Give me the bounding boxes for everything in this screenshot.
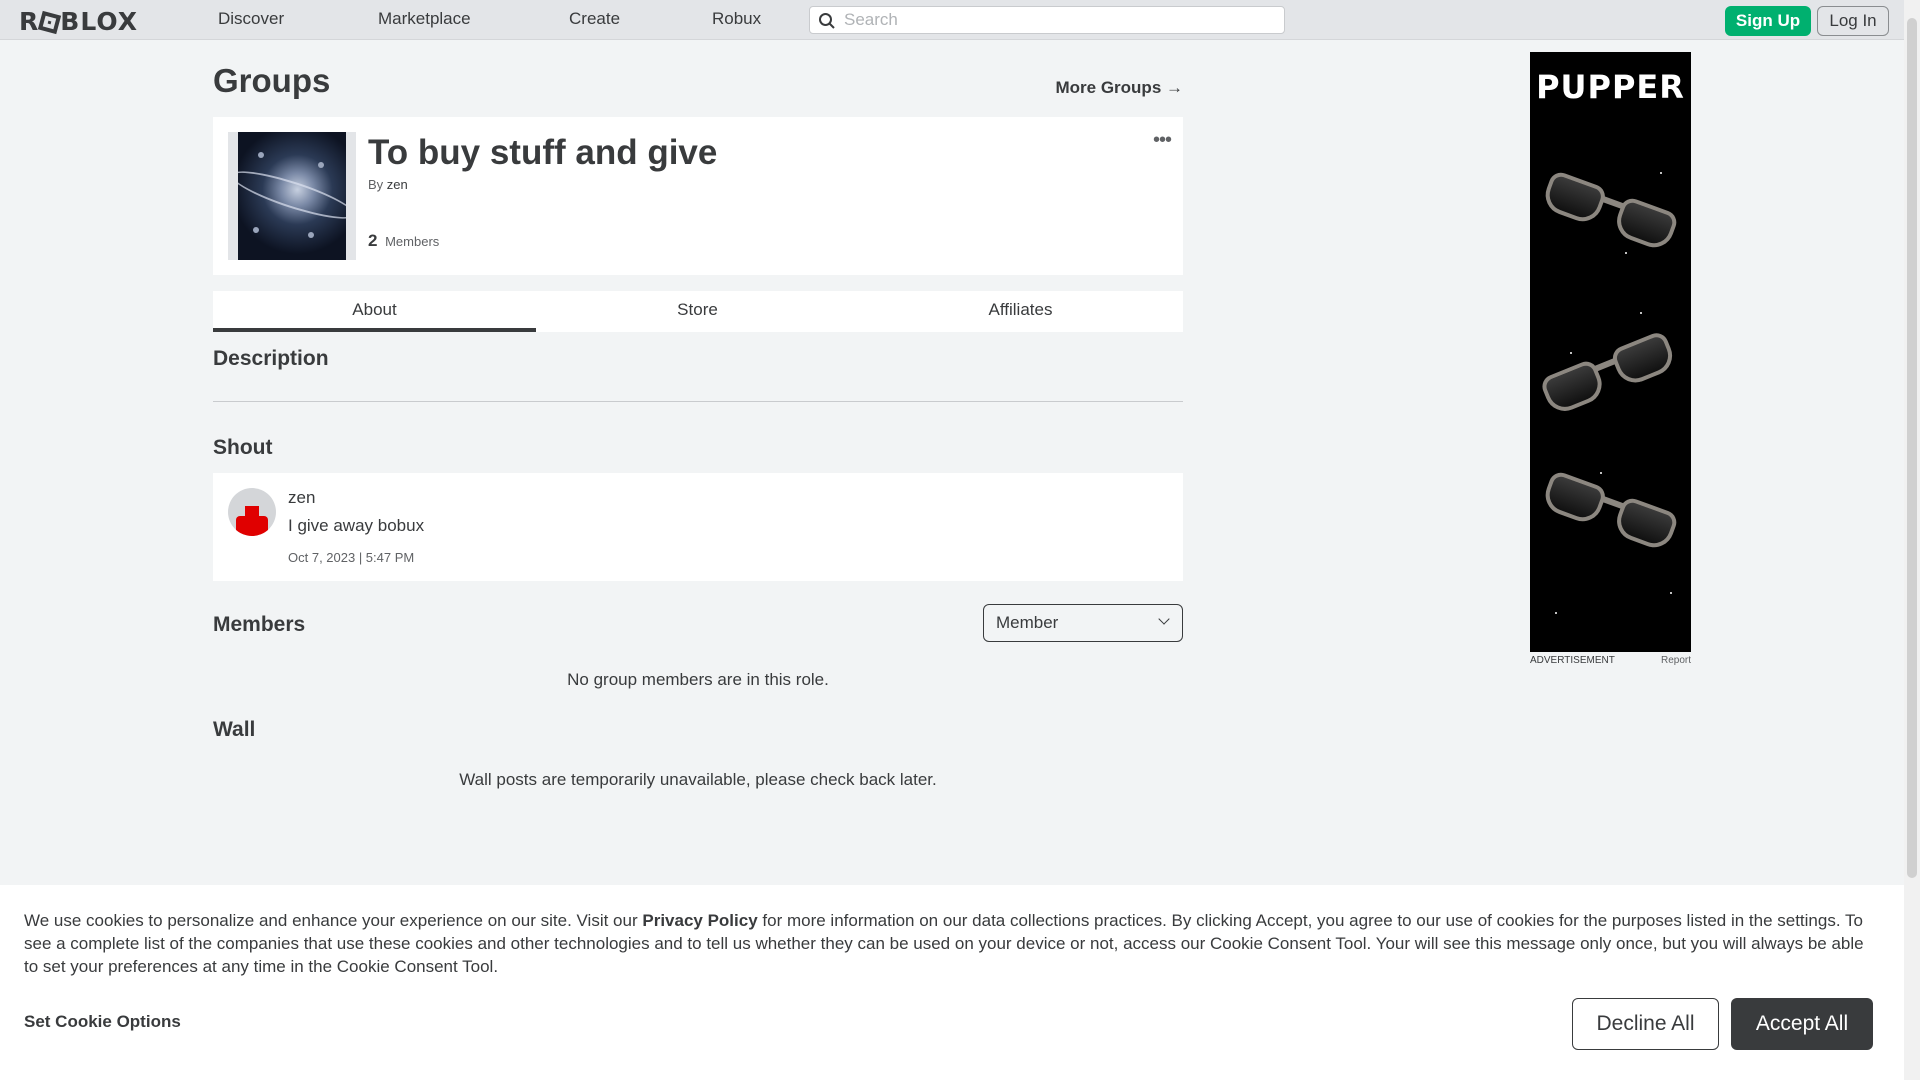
role-dropdown-value: Member <box>996 613 1059 632</box>
members-empty-message: No group members are in this role. <box>567 670 829 689</box>
log-in-button[interactable]: Log In <box>1817 6 1889 36</box>
cookie-banner: We use cookies to personalize and enhanc… <box>0 885 1904 1080</box>
sunglasses-image <box>1535 460 1688 568</box>
group-header-card: To buy stuff and give By zen 2 Members •… <box>213 117 1183 275</box>
description-heading: Description <box>213 347 329 370</box>
group-thumbnail <box>228 132 356 260</box>
ad-caption: ADVERTISEMENT Report <box>1530 655 1691 666</box>
member-count: 2 Members <box>368 231 439 251</box>
role-dropdown[interactable]: Member <box>983 604 1183 642</box>
members-heading: Members <box>213 613 306 636</box>
sign-up-button[interactable]: Sign Up <box>1725 6 1811 36</box>
search-icon[interactable] <box>818 12 836 30</box>
search-input[interactable] <box>844 7 1274 33</box>
nav-marketplace[interactable]: Marketplace <box>378 9 471 29</box>
wall-unavailable-message: Wall posts are temporarily unavailable, … <box>459 770 937 789</box>
tab-about[interactable]: About <box>213 291 536 332</box>
ad-report-link[interactable]: Report <box>1661 655 1691 666</box>
accept-all-button[interactable]: Accept All <box>1731 998 1873 1050</box>
avatar[interactable] <box>228 488 276 536</box>
tab-store[interactable]: Store <box>536 291 859 332</box>
cookie-message: We use cookies to personalize and enhanc… <box>24 909 1882 978</box>
group-owner-link[interactable]: zen <box>387 177 408 192</box>
group-owner-line: By zen <box>368 177 408 192</box>
member-count-value: 2 <box>368 231 378 250</box>
nav-robux[interactable]: Robux <box>712 9 761 29</box>
nav-create[interactable]: Create <box>569 9 620 29</box>
shout-message: I give away bobux <box>288 516 425 535</box>
top-nav: R BLOX Discover Marketplace Create Robux … <box>0 0 1904 40</box>
ad-title: PUPPER <box>1536 68 1685 106</box>
shout-username[interactable]: zen <box>288 488 315 508</box>
page-scrollbar[interactable] <box>1904 0 1920 1080</box>
privacy-policy-link[interactable]: Privacy Policy <box>642 911 757 930</box>
roblox-logo[interactable]: R BLOX <box>19 7 138 36</box>
description-divider <box>213 401 1183 402</box>
wall-heading: Wall <box>213 718 256 741</box>
by-label: By <box>368 177 384 192</box>
cookie-text-before: We use cookies to personalize and enhanc… <box>24 911 643 930</box>
shout-heading: Shout <box>213 436 273 459</box>
ad-label: ADVERTISEMENT <box>1530 655 1615 666</box>
group-emblem-image <box>238 132 346 260</box>
set-cookie-options-link[interactable]: Set Cookie Options <box>24 1012 181 1032</box>
scrollbar-thumb[interactable] <box>1907 18 1917 878</box>
tab-affiliates[interactable]: Affiliates <box>859 291 1182 332</box>
search-box <box>809 6 1285 34</box>
shout-card: zen I give away bobux Oct 7, 2023 | 5:47… <box>213 473 1183 581</box>
advertisement-banner[interactable]: PUPPER <box>1530 52 1691 652</box>
decline-all-button[interactable]: Decline All <box>1572 998 1719 1050</box>
group-tabs: About Store Affiliates <box>213 291 1183 332</box>
more-options-icon[interactable]: ••• <box>1153 129 1172 152</box>
page-title: Groups <box>213 62 331 99</box>
sunglasses-image <box>1535 160 1688 268</box>
sunglasses-image <box>1535 318 1689 430</box>
chevron-down-icon <box>1158 613 1170 625</box>
group-name: To buy stuff and give <box>368 133 718 172</box>
nav-discover[interactable]: Discover <box>218 9 284 29</box>
more-groups-link[interactable]: More Groups → <box>1055 78 1183 98</box>
shout-timestamp: Oct 7, 2023 | 5:47 PM <box>288 550 415 565</box>
member-count-label: Members <box>385 234 440 249</box>
